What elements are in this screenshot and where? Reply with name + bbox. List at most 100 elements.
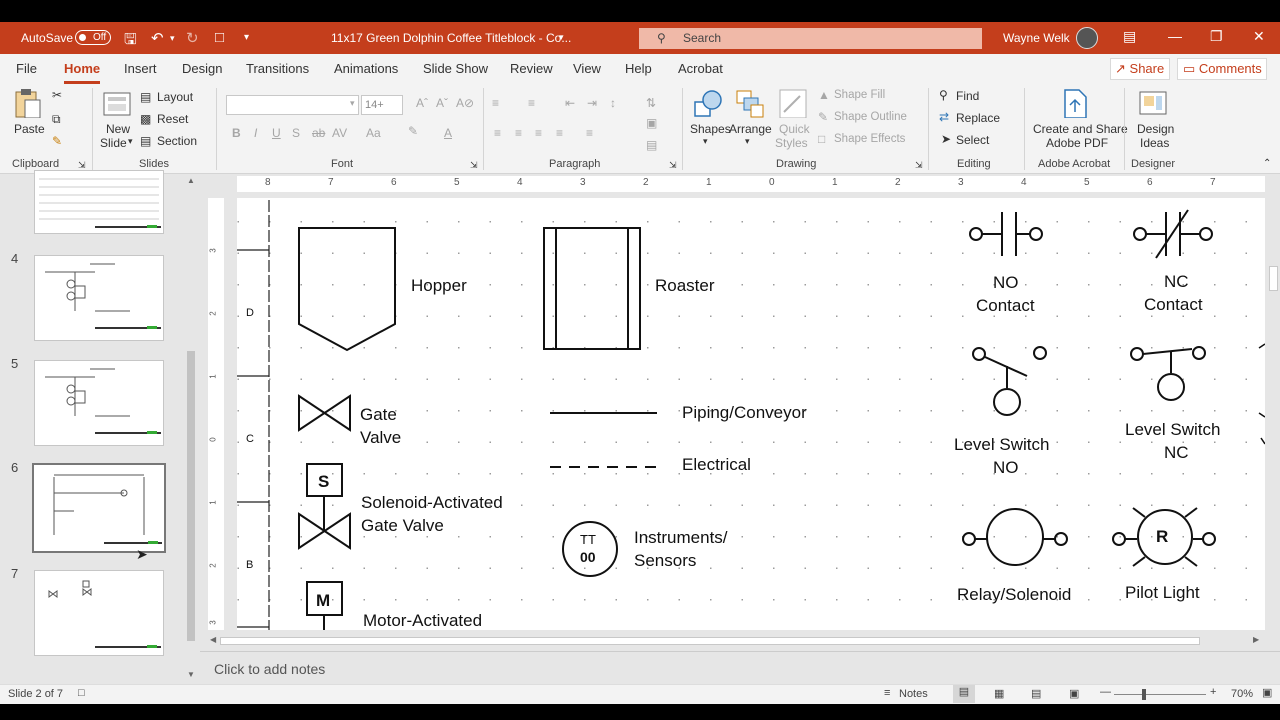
redo-icon[interactable]: ↻ [186,29,199,47]
scroll-right-icon[interactable]: ▶ [1253,635,1259,644]
underline-icon[interactable]: U [272,126,281,140]
quick-styles-label-1[interactable]: Quick [779,122,810,136]
slide-thumbnail-4[interactable] [34,255,164,341]
title-dropdown-icon[interactable]: ▾ [559,32,564,43]
tab-home[interactable]: Home [64,61,101,84]
zoom-slider[interactable] [1114,694,1206,695]
copy-icon[interactable]: ⧉ [52,112,61,127]
create-pdf-label-1[interactable]: Create and Share [1033,122,1128,136]
document-title[interactable]: 11x17 Green Dolphin Coffee Titleblock - … [331,31,571,45]
tab-animations[interactable]: Animations [334,61,398,76]
font-name-input[interactable] [226,95,359,115]
numbering-icon[interactable]: ≡ [528,96,535,110]
notes-pane[interactable]: Click to add notes [200,651,1280,684]
justify-icon[interactable]: ≡ [556,126,563,140]
save-icon[interactable]: 🖫 [124,29,137,54]
notes-placeholder[interactable]: Click to add notes [214,661,325,677]
smartart-icon[interactable]: ▤ [646,138,657,152]
align-right-icon[interactable]: ≡ [535,126,542,140]
shape-effects-button[interactable]: Shape Effects [834,133,905,145]
tab-acrobat[interactable]: Acrobat [678,61,723,76]
share-button[interactable]: ↗ Share [1110,58,1170,80]
tab-design[interactable]: Design [182,61,222,76]
shadow-icon[interactable]: S [292,126,300,140]
columns-icon[interactable]: ≡ [586,126,593,140]
design-ideas-label-1[interactable]: Design [1137,122,1174,136]
slideshow-view-icon[interactable]: ▣ [1069,687,1079,700]
zoom-out-icon[interactable]: — [1100,686,1111,698]
char-spacing-icon[interactable]: AV [332,126,347,140]
create-pdf-label-2[interactable]: Adobe PDF [1046,136,1108,150]
slide-thumbnail-7[interactable] [34,570,164,656]
new-slide-dropdown-icon[interactable]: ▾ [128,136,133,147]
grow-font-icon[interactable]: Aˆ [416,96,428,110]
new-slide-label-2[interactable]: Slide [100,136,127,150]
strikethrough-icon[interactable]: ab [312,126,325,140]
notes-toggle[interactable]: Notes [899,688,928,700]
undo-icon[interactable]: ↶ [151,29,164,47]
slide-sorter-icon[interactable]: ▦ [994,687,1004,700]
scrollbar-thumb[interactable] [1269,266,1278,291]
autosave-toggle[interactable]: Off [75,30,111,45]
tab-review[interactable]: Review [510,61,553,76]
drawing-launcher-icon[interactable]: ⇲ [915,160,923,171]
scrollbar-thumb[interactable] [187,351,195,641]
collapse-ribbon-icon[interactable]: ⌃ [1263,158,1271,169]
font-dropdown-icon[interactable]: ▾ [350,98,355,109]
minimize-icon[interactable]: — [1168,28,1182,44]
ribbon-display-icon[interactable]: ▤ [1123,28,1136,45]
shape-fill-button[interactable]: Shape Fill [834,89,885,101]
slide-horizontal-scrollbar[interactable]: ◀ ▶ [208,634,1263,648]
italic-icon[interactable]: I [254,126,257,140]
comments-button[interactable]: ▭ Comments [1177,58,1267,80]
avatar[interactable] [1076,27,1098,49]
search-box[interactable]: ⚲ Search [639,28,982,49]
normal-view-icon[interactable]: ▤ [953,685,975,703]
tab-view[interactable]: View [573,61,601,76]
slide-vertical-scrollbar[interactable] [1267,176,1280,646]
paste-label[interactable]: Paste [14,122,45,136]
arrange-icon[interactable] [734,88,764,118]
slide-thumbnail-5[interactable] [34,360,164,446]
clear-formatting-icon[interactable]: A⊘ [456,96,474,110]
quick-styles-icon[interactable] [778,88,808,118]
design-ideas-icon[interactable] [1138,88,1168,118]
accessibility-icon[interactable]: □ [78,687,85,699]
highlight-icon[interactable]: ✎ [408,124,418,138]
bullets-icon[interactable]: ≡ [492,96,499,110]
slide-canvas[interactable]: D C B Hopper Roaster Gate Valve Piping/C… [237,198,1265,630]
align-left-icon[interactable]: ≡ [494,126,501,140]
text-direction-icon[interactable]: ⇅ [646,96,656,110]
shapes-icon[interactable] [692,88,722,118]
shapes-dropdown-icon[interactable]: ▾ [703,136,708,147]
increase-indent-icon[interactable]: ⇥ [587,96,597,110]
zoom-slider-handle[interactable] [1142,689,1146,700]
scroll-left-icon[interactable]: ◀ [210,635,216,644]
close-icon[interactable]: ✕ [1253,28,1265,45]
paste-icon[interactable] [12,88,42,118]
change-case-icon[interactable]: Aa [366,126,381,140]
scroll-down-icon[interactable]: ▼ [187,670,195,679]
shape-outline-button[interactable]: Shape Outline [834,111,907,123]
cut-icon[interactable]: ✂ [52,88,62,102]
customize-toolbar-icon[interactable]: ▾ [244,32,249,43]
font-color-icon[interactable]: A [444,126,452,140]
find-button[interactable]: Find [956,89,979,103]
scroll-up-icon[interactable]: ▲ [187,176,195,185]
layout-button[interactable]: Layout [157,90,193,104]
line-spacing-icon[interactable]: ↕ [610,96,616,110]
paragraph-launcher-icon[interactable]: ⇲ [669,160,677,171]
reset-button[interactable]: Reset [157,112,188,126]
new-slide-label-1[interactable]: New [106,122,130,136]
align-text-icon[interactable]: ▣ [646,116,657,130]
user-name[interactable]: Wayne Welk [1003,31,1070,45]
section-button[interactable]: Section [157,134,197,148]
tab-file[interactable]: File [16,61,37,76]
thumbnail-scrollbar[interactable]: ▲ ▼ [185,176,197,681]
replace-button[interactable]: Replace [956,111,1000,125]
shapes-button[interactable]: Shapes [690,122,731,136]
font-size-input[interactable]: 14+ [361,95,403,115]
arrange-dropdown-icon[interactable]: ▾ [745,136,750,147]
zoom-level[interactable]: 70% [1231,688,1253,700]
shrink-font-icon[interactable]: Aˇ [436,96,448,110]
